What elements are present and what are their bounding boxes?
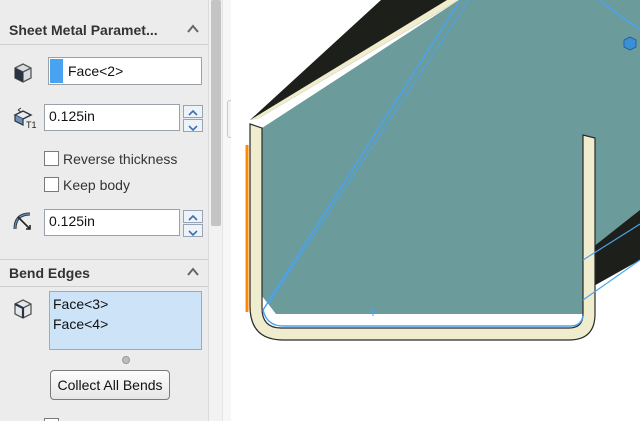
spin-up-icon[interactable] (183, 105, 203, 118)
svg-text:T1: T1 (26, 120, 37, 130)
section-title-sheet-metal: Sheet Metal Paramet... (9, 22, 158, 38)
spin-down-icon[interactable] (183, 119, 203, 132)
keep-body-checkbox[interactable] (44, 177, 59, 192)
reverse-thickness-checkbox[interactable] (44, 151, 59, 166)
radius-spinner[interactable] (183, 210, 203, 237)
bend-edges-list[interactable]: Face<3> Face<4> (49, 291, 202, 350)
collect-all-bends-button[interactable]: Collect All Bends (50, 370, 170, 400)
graphics-viewport[interactable] (231, 0, 640, 421)
bend-radius-input[interactable]: 0.125in (44, 209, 180, 236)
section-divider (0, 44, 208, 45)
thickness-icon: T1 (13, 107, 37, 130)
face-selection-field[interactable]: Face<2> (48, 57, 202, 85)
coordinate-cube-icon (623, 36, 637, 51)
radius-value: 0.125in (49, 213, 95, 229)
section-title-bend-edges: Bend Edges (9, 265, 90, 281)
panel-scrollbar[interactable] (208, 0, 223, 421)
thickness-spinner[interactable] (183, 105, 203, 132)
cube-face-icon (14, 63, 32, 83)
list-item[interactable]: Face<3> (53, 296, 108, 312)
bend-radius-icon (13, 212, 31, 230)
section-divider (0, 259, 208, 260)
section-divider (0, 286, 208, 287)
thickness-input[interactable]: 0.125in (44, 104, 180, 131)
spin-down-icon[interactable] (183, 224, 203, 237)
collapse-chevron-icon[interactable] (186, 22, 200, 36)
reverse-thickness-label: Reverse thickness (63, 151, 178, 167)
collapse-chevron-icon[interactable] (186, 265, 200, 279)
spin-up-icon[interactable] (183, 210, 203, 223)
property-manager-panel: Sheet Metal Paramet... Face<2> T1 0.125i… (0, 0, 208, 421)
thickness-value: 0.125in (49, 108, 95, 124)
list-item[interactable]: Face<4> (53, 316, 108, 332)
selection-color-swatch (50, 59, 63, 83)
face-value: Face<2> (68, 63, 124, 79)
list-resize-handle[interactable] (122, 356, 130, 364)
edge-select-icon (14, 299, 32, 319)
bend-edges-header[interactable]: Bend Edges (0, 261, 208, 285)
keep-body-label: Keep body (63, 177, 130, 193)
scrollbar-thumb[interactable] (211, 0, 221, 226)
sheet-metal-channel-model[interactable] (231, 0, 640, 421)
sheet-metal-parameters-header[interactable]: Sheet Metal Paramet... (0, 18, 208, 42)
